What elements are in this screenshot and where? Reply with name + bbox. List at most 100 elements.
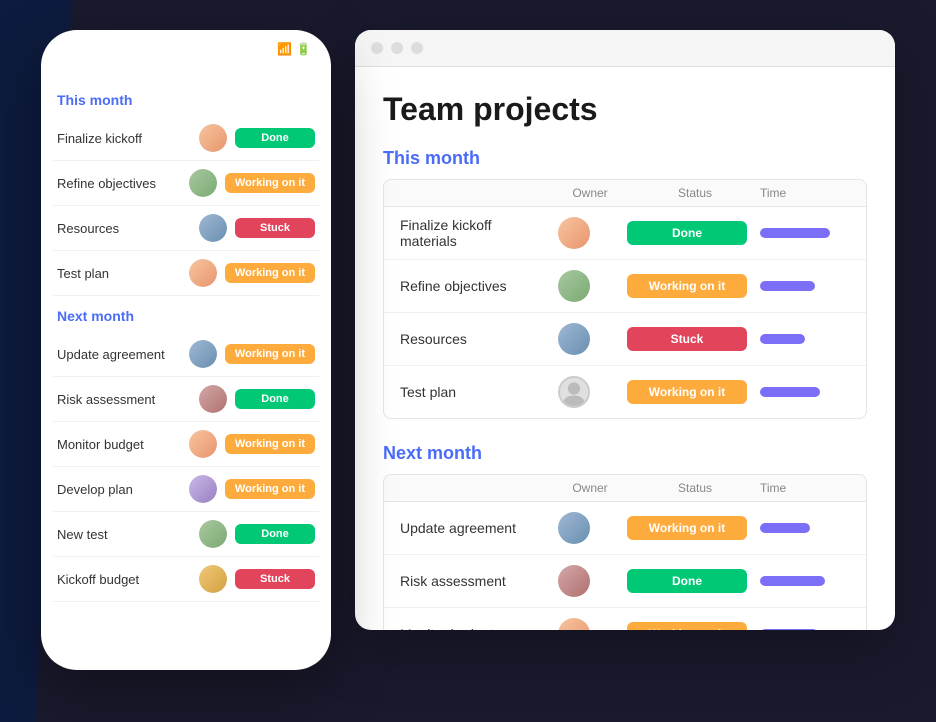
desktop-task-row[interactable]: Refine objectives Working on it	[384, 260, 866, 313]
titlebar	[355, 30, 895, 67]
status-cell: Working on it	[622, 516, 752, 540]
time-cell	[760, 629, 850, 630]
owner-cell	[534, 323, 614, 355]
signal-area: 📶 🔋	[277, 42, 311, 56]
phone-task-row[interactable]: Finalize kickoffDone	[53, 116, 319, 161]
phone-status-badge: Stuck	[235, 218, 315, 238]
phone-task-name: Update agreement	[57, 347, 181, 362]
phone-task-row[interactable]: Resources Stuck	[53, 206, 319, 251]
owner-cell	[534, 565, 614, 597]
phone-task-row[interactable]: New test Done	[53, 512, 319, 557]
desktop-status-badge: Working on it	[627, 380, 747, 404]
phone-task-row[interactable]: Test plan Working on it	[53, 251, 319, 296]
phone-status-badge: Done	[235, 524, 315, 544]
phone-task-row[interactable]: Update agreement Working on it	[53, 332, 319, 377]
phone-task-name: Kickoff budget	[57, 572, 191, 587]
time-bar	[760, 523, 810, 533]
desktop-task-name: Monitor budget	[400, 626, 526, 630]
desktop-task-row[interactable]: Monitor budget Working on it	[384, 608, 866, 630]
desktop-section-header: Next month	[383, 443, 867, 464]
owner-cell	[534, 618, 614, 630]
desktop-avatar	[558, 217, 590, 249]
task-table: Owner Status Time Update agreementWorkin…	[383, 474, 867, 630]
desktop-status-badge: Working on it	[627, 274, 747, 298]
phone-status-badge: Done	[235, 389, 315, 409]
table-col-headers: Owner Status Time	[384, 180, 866, 207]
desktop-status-badge: Done	[627, 221, 747, 245]
time-bar	[760, 281, 815, 291]
status-cell: Done	[622, 569, 752, 593]
phone-status-badge: Working on it	[225, 344, 315, 364]
desktop-task-row[interactable]: Risk assessmentDone	[384, 555, 866, 608]
dot-1	[371, 42, 383, 54]
desktop-avatar	[558, 270, 590, 302]
battery-icon: 🔋	[296, 42, 311, 56]
phone-task-name: Monitor budget	[57, 437, 181, 452]
phone-status-badge: Working on it	[225, 173, 315, 193]
phone-avatar	[189, 259, 217, 287]
phone-task-name: Test plan	[57, 266, 181, 281]
time-cell	[760, 334, 850, 344]
phone-status-badge: Working on it	[225, 479, 315, 499]
phone-task-row[interactable]: Risk assessmentDone	[53, 377, 319, 422]
time-cell	[760, 387, 850, 397]
phone-task-name: Refine objectives	[57, 176, 181, 191]
col-time-header: Time	[760, 186, 850, 200]
phone-status-badge: Stuck	[235, 569, 315, 589]
desktop-task-name: Refine objectives	[400, 278, 526, 294]
status-cell: Stuck	[622, 327, 752, 351]
time-bar	[760, 228, 830, 238]
owner-cell	[534, 512, 614, 544]
desktop-task-row[interactable]: Test planWorking on it	[384, 366, 866, 418]
time-cell	[760, 228, 850, 238]
desktop-task-name: Finalize kickoff materials	[400, 217, 526, 249]
desktop-task-name: Resources	[400, 331, 526, 347]
time-bar	[760, 576, 825, 586]
phone-avatar	[189, 169, 217, 197]
desktop-task-row[interactable]: Update agreement Working on it	[384, 502, 866, 555]
dot-2	[391, 42, 403, 54]
phone-avatar	[189, 340, 217, 368]
desktop-panel: Team projects This month Owner Status Tim…	[355, 30, 895, 630]
time-cell	[760, 281, 850, 291]
phone-task-row[interactable]: Monitor budget Working on it	[53, 422, 319, 467]
time-cell	[760, 523, 850, 533]
task-table: Owner Status Time Finalize kickoff mater…	[383, 179, 867, 419]
phone-task-row[interactable]: Refine objectives Working on it	[53, 161, 319, 206]
phone-task-name: Finalize kickoff	[57, 131, 191, 146]
mobile-phone: 📶 🔋 This monthFinalize kickoffDoneRefine…	[41, 30, 331, 670]
main-container: 📶 🔋 This monthFinalize kickoffDoneRefine…	[0, 0, 936, 722]
phone-task-name: Resources	[57, 221, 191, 236]
page-title: Team projects	[383, 91, 867, 128]
desktop-avatar	[558, 376, 590, 408]
desktop-task-row[interactable]: Finalize kickoff materials Done	[384, 207, 866, 260]
col-owner-header: Owner	[550, 186, 630, 200]
phone-section-title: This month	[57, 92, 319, 108]
desktop-task-row[interactable]: Resources Stuck	[384, 313, 866, 366]
col-status-header: Status	[630, 186, 760, 200]
phone-status-badge: Working on it	[225, 263, 315, 283]
phone-task-row[interactable]: Kickoff budget Stuck	[53, 557, 319, 602]
desktop-avatar	[558, 512, 590, 544]
desktop-avatar	[558, 565, 590, 597]
desktop-task-name: Update agreement	[400, 520, 526, 536]
time-bar	[760, 387, 820, 397]
desktop-avatar	[558, 323, 590, 355]
col-owner-header: Owner	[550, 481, 630, 495]
phone-task-row[interactable]: Develop planWorking on it	[53, 467, 319, 512]
desktop-section-header: This month	[383, 148, 867, 169]
col-time-header: Time	[760, 481, 850, 495]
status-cell: Done	[622, 221, 752, 245]
status-cell: Working on it	[622, 274, 752, 298]
owner-cell	[534, 217, 614, 249]
phone-section-title: Next month	[57, 308, 319, 324]
phone-avatar	[199, 214, 227, 242]
phone-avatar	[199, 385, 227, 413]
dot-3	[411, 42, 423, 54]
phone-avatar	[199, 565, 227, 593]
owner-cell	[534, 376, 614, 408]
phone-task-name: New test	[57, 527, 191, 542]
time-bar	[760, 629, 818, 630]
phone-status-badge: Working on it	[225, 434, 315, 454]
desktop-status-badge: Working on it	[627, 622, 747, 630]
